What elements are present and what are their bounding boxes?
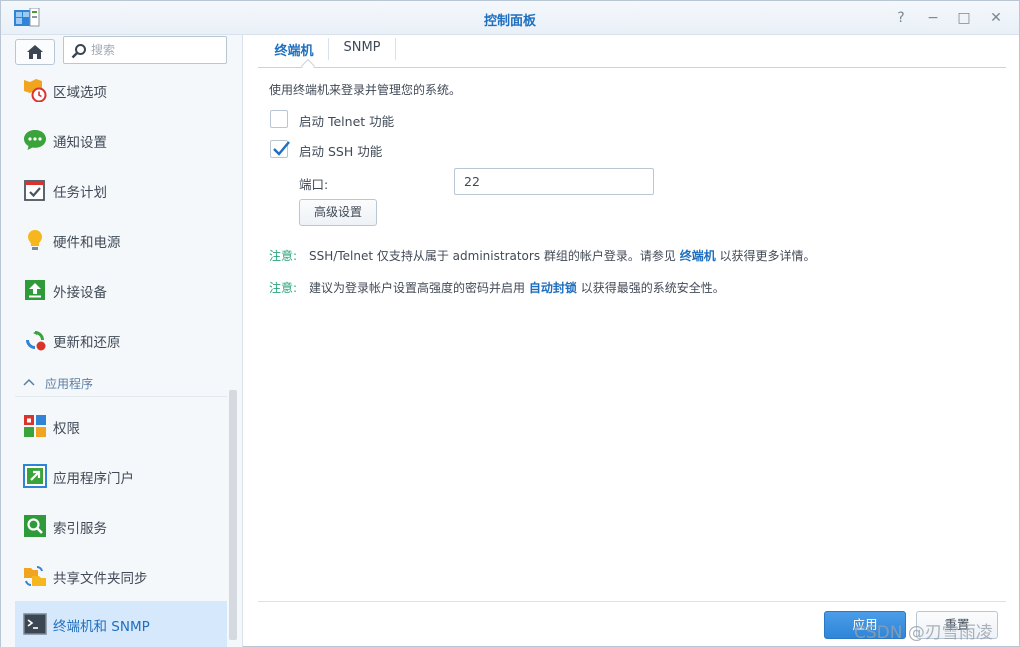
control-panel-window: 控制面板 ? − □ ✕ 区域选项 <box>0 0 1020 647</box>
sidebar-item-label: 任务计划 <box>53 185 107 201</box>
window-title: 控制面板 <box>483 14 536 29</box>
sidebar-item-label: 硬件和电源 <box>53 235 121 251</box>
checkmark-icon <box>273 141 290 156</box>
home-icon <box>27 45 43 59</box>
section-header-applications[interactable]: 应用程序 <box>15 369 227 397</box>
sidebar-item-label: 终端机和 SNMP <box>53 619 150 635</box>
port-label: 端口: <box>299 177 329 192</box>
note-text: SSH/Telnet 仅支持从属于 administrators 群组的帐户登录… <box>309 249 680 263</box>
home-button[interactable] <box>15 39 55 65</box>
terminal-help-link[interactable]: 终端机 <box>680 249 716 263</box>
section-label: 应用程序 <box>45 377 94 391</box>
terminal-icon <box>23 613 47 635</box>
note-tag: 注意: <box>269 249 298 263</box>
upload-device-icon <box>25 280 45 300</box>
sidebar-item-label: 共享文件夹同步 <box>53 571 148 587</box>
sidebar-item-label: 应用程序门户 <box>53 471 134 487</box>
tab-snmp[interactable]: SNMP <box>336 35 388 65</box>
sidebar-item-indexing-service[interactable]: 索引服务 <box>15 503 227 549</box>
search-input[interactable] <box>91 41 221 59</box>
sidebar-item-label: 外接设备 <box>53 285 107 301</box>
tab-divider <box>395 38 396 60</box>
sidebar-item-external-devices[interactable]: 外接设备 <box>15 267 227 313</box>
tab-divider <box>328 38 329 60</box>
main-panel: 终端机 SNMP 使用终端机来登录并管理您的系统。 启动 Telnet 功能 启… <box>244 35 1019 646</box>
description-text: 使用终端机来登录并管理您的系统。 <box>269 83 462 97</box>
sidebar-item-update-restore[interactable]: 更新和还原 <box>15 317 227 363</box>
help-icon[interactable]: ? <box>892 9 910 27</box>
ssh-checkbox[interactable] <box>270 140 290 158</box>
telnet-checkbox[interactable] <box>270 110 288 128</box>
lock-grid-icon <box>24 415 46 437</box>
port-field[interactable] <box>454 168 654 195</box>
portal-arrow-icon <box>23 464 47 488</box>
sidebar: 区域选项 通知设置 任务计划 硬件和电源 <box>1 35 243 647</box>
note-ssh-telnet: 注意: SSH/Telnet 仅支持从属于 administrators 群组的帐… <box>269 247 816 264</box>
note-tag: 注意: <box>269 281 298 295</box>
sidebar-item-task-scheduler[interactable]: 任务计划 <box>15 167 227 213</box>
sidebar-item-label: 区域选项 <box>53 85 107 101</box>
chat-bubble-icon <box>24 130 46 150</box>
sidebar-item-terminal-snmp[interactable]: 终端机和 SNMP <box>15 601 227 647</box>
telnet-label: 启动 Telnet 功能 <box>299 114 395 129</box>
chevron-up-icon <box>23 378 35 386</box>
sidebar-item-label: 通知设置 <box>53 135 107 151</box>
search-index-icon <box>24 515 46 537</box>
sidebar-item-label: 索引服务 <box>53 521 107 537</box>
tab-bar: 终端机 SNMP <box>258 35 1006 74</box>
sidebar-item-label: 权限 <box>53 421 80 437</box>
sidebar-item-application-portal[interactable]: 应用程序门户 <box>15 453 227 499</box>
note-text: 以获得最强的系统安全性。 <box>576 281 725 295</box>
note-security: 注意: 建议为登录帐户设置高强度的密码并启用 自动封锁 以获得最强的系统安全性。 <box>269 279 725 296</box>
folder-sync-icon <box>24 566 46 586</box>
task-calendar-icon <box>24 180 45 201</box>
watermark-text: CSDN @刃雪雨凌 <box>854 623 993 643</box>
sidebar-item-notifications[interactable]: 通知设置 <box>15 117 227 163</box>
lightbulb-icon <box>28 230 42 250</box>
tab-terminal[interactable]: 终端机 <box>268 35 320 65</box>
auto-block-link[interactable]: 自动封锁 <box>529 281 577 295</box>
sidebar-item-privileges[interactable]: 权限 <box>15 403 227 449</box>
sidebar-item-hardware-power[interactable]: 硬件和电源 <box>15 217 227 263</box>
close-icon[interactable]: ✕ <box>987 9 1005 27</box>
maximize-icon[interactable]: □ <box>955 9 973 27</box>
sidebar-item-shared-folder-sync[interactable]: 共享文件夹同步 <box>15 553 227 599</box>
minimize-icon[interactable]: − <box>924 9 942 27</box>
search-box[interactable] <box>63 36 227 64</box>
footer-divider <box>258 601 1006 602</box>
search-icon <box>71 44 86 59</box>
advanced-settings-button[interactable]: 高级设置 <box>299 199 377 226</box>
calendar-clock-icon <box>24 79 47 102</box>
ssh-label: 启动 SSH 功能 <box>299 144 383 159</box>
sidebar-item-label: 更新和还原 <box>53 335 121 351</box>
sidebar-item-regional-options[interactable]: 区域选项 <box>15 67 227 113</box>
note-text: 以获得更多详情。 <box>715 249 816 263</box>
note-text: 建议为登录帐户设置高强度的密码并启用 <box>309 281 529 295</box>
sidebar-scrollbar[interactable] <box>229 390 237 640</box>
title-bar: 控制面板 ? − □ ✕ <box>1 1 1019 35</box>
refresh-icon <box>26 331 46 351</box>
